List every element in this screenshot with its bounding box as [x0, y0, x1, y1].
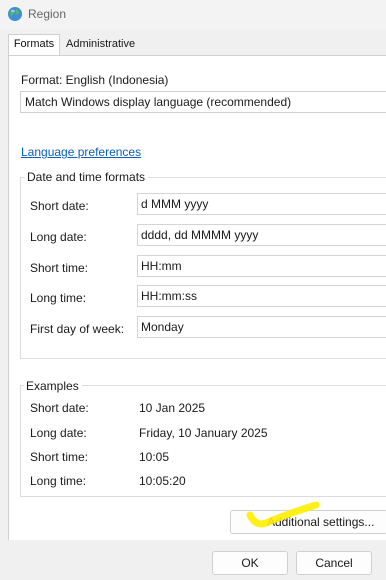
long-date-dropdown[interactable]: dddd, dd MMMM yyyy: [137, 224, 386, 246]
short-time-dropdown[interactable]: HH:mm: [137, 255, 386, 277]
tab-formats[interactable]: Formats: [8, 34, 60, 55]
short-date-dropdown[interactable]: d MMM yyyy: [137, 193, 386, 215]
format-dropdown[interactable]: Match Windows display language (recommen…: [20, 91, 386, 113]
examples-title: Examples: [24, 379, 82, 393]
date-time-formats-title: Date and time formats: [25, 170, 149, 184]
example-long-date-label: Long date:: [30, 426, 87, 440]
cancel-button[interactable]: Cancel: [296, 551, 372, 575]
example-long-date-value: Friday, 10 January 2025: [139, 426, 268, 440]
example-short-time-label: Short time:: [30, 450, 89, 464]
long-time-dropdown[interactable]: HH:mm:ss: [137, 285, 386, 307]
long-time-label: Long time:: [30, 291, 87, 305]
example-long-time-label: Long time:: [30, 474, 87, 488]
additional-settings-button[interactable]: Additional settings...: [230, 510, 386, 534]
short-date-label: Short date:: [30, 199, 89, 213]
globe-icon: [8, 7, 22, 21]
tab-administrative[interactable]: Administrative: [62, 35, 142, 55]
long-date-label: Long date:: [30, 230, 87, 244]
first-day-of-week-label: First day of week:: [30, 322, 125, 336]
example-short-time-value: 10:05: [139, 450, 170, 464]
ok-button[interactable]: OK: [212, 551, 288, 575]
first-day-of-week-dropdown[interactable]: Monday: [137, 316, 386, 338]
title-bar: Region: [0, 0, 386, 30]
example-short-date-label: Short date:: [30, 401, 89, 415]
window-title: Region: [28, 7, 67, 21]
language-preferences-link[interactable]: Language preferences: [21, 145, 141, 159]
example-long-time-value: 10:05:20: [139, 474, 186, 488]
example-short-date-value: 10 Jan 2025: [139, 401, 206, 415]
short-time-label: Short time:: [30, 261, 89, 275]
format-label: Format: English (Indonesia): [21, 73, 169, 87]
